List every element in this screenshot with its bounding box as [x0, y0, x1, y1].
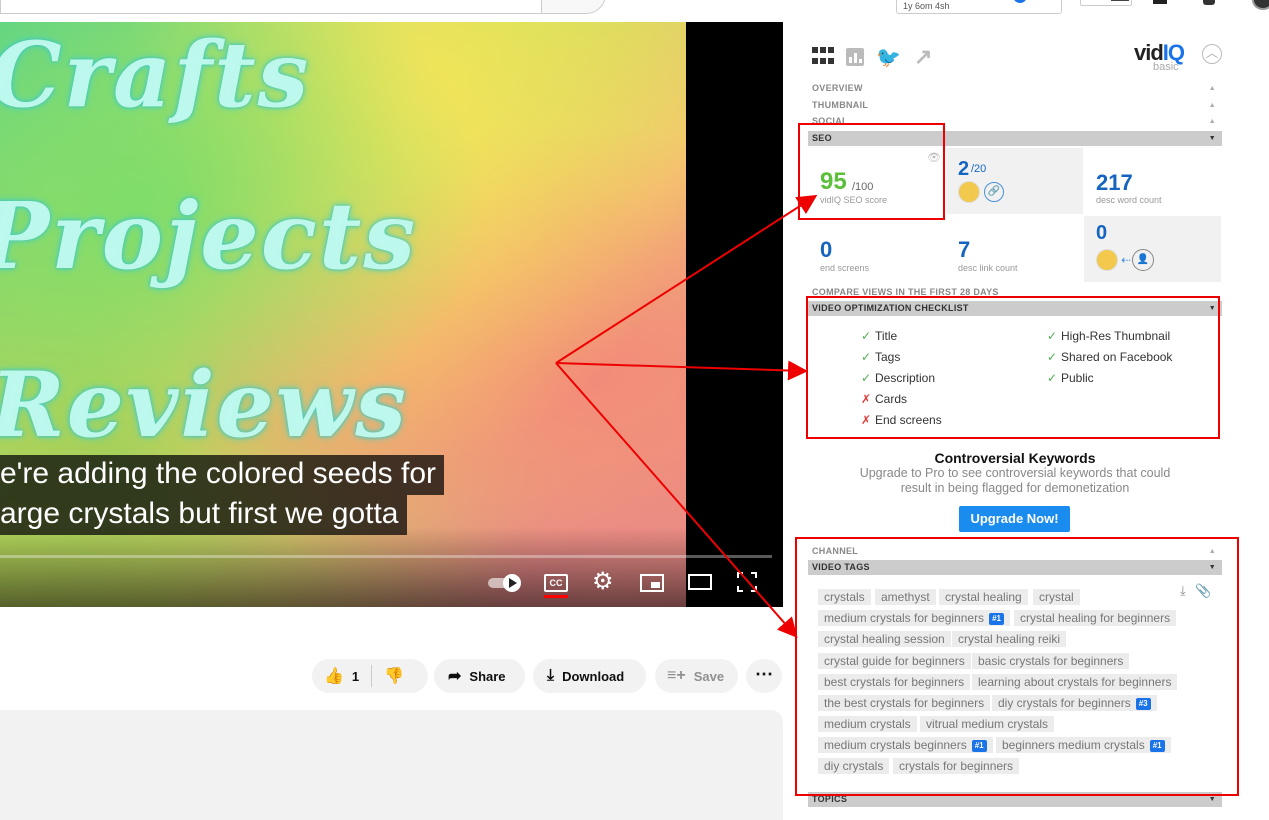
caption-line-2: arge crystals but first we gotta [0, 495, 407, 535]
grid-icon[interactable] [812, 47, 834, 67]
thumbs-up-icon: 👍 [324, 668, 344, 685]
controls-gradient [0, 527, 783, 607]
upgrade-now-button[interactable]: Upgrade Now! [959, 506, 1070, 532]
fullscreen-button[interactable] [737, 572, 757, 592]
controversial-keywords-title: Controversial Keywords [934, 450, 1096, 466]
subtitles-active-indicator [544, 595, 568, 598]
caption-line-1: e're adding the colored seeds for [0, 455, 445, 495]
share-label: Share [469, 668, 506, 684]
search-button[interactable] [541, 0, 605, 13]
download-button[interactable]: ⤓ Download [533, 659, 646, 693]
highlight-box-tags [795, 537, 1239, 796]
share-button[interactable]: ➦ Share [434, 659, 525, 693]
notifications-icon[interactable] [1203, 0, 1215, 5]
channel-links-count: 0 [1096, 222, 1108, 244]
ranked-tags-cell: 2 /20 🔗 [946, 148, 1083, 214]
channel-links-cell: 0 ⇠ 👤 [1084, 216, 1221, 282]
section-overview[interactable]: OVERVIEW ▲ [808, 81, 1222, 96]
settings-gear-icon[interactable]: ⚙ [592, 570, 614, 594]
overlay-word-reviews: Reviews [0, 352, 408, 458]
more-actions-button[interactable]: ⋯ [746, 659, 782, 693]
dislike-button[interactable]: 👎 [372, 659, 416, 693]
end-screens-cell: 0 end screens [808, 216, 945, 282]
timer-text: 1y 6om 4sh [903, 1, 950, 11]
share-arrow-icon: ➦ [448, 668, 462, 685]
trend-icon[interactable]: ↗ [914, 44, 932, 70]
like-count: 1 [351, 668, 360, 684]
channel-avatar-2 [1096, 249, 1118, 271]
autoplay-toggle[interactable] [488, 574, 522, 592]
save-button[interactable]: ≡+ Save [655, 659, 738, 693]
like-dislike-group: 👍 1 👎 [312, 659, 428, 693]
chevron-up-icon[interactable]: ︿ [1202, 44, 1222, 64]
theater-mode-button[interactable] [688, 574, 712, 590]
miniplayer-button[interactable] [640, 574, 664, 592]
timer-dot-icon [1013, 0, 1027, 3]
desc-link-count-label: desc link count [958, 263, 1018, 273]
playlist-add-icon: ≡+ [667, 667, 686, 684]
video-player[interactable]: Crafts Projects Reviews e're adding the … [0, 22, 783, 607]
account-avatar[interactable] [1252, 0, 1269, 10]
like-button[interactable]: 👍 1 [312, 659, 371, 693]
overlay-word-projects: Projects [0, 182, 418, 290]
apps-icon[interactable] [1153, 0, 1167, 4]
desc-word-count-label: desc word count [1096, 195, 1162, 205]
save-label: Save [693, 668, 725, 684]
desc-link-count-cell: 7 desc link count [946, 216, 1083, 282]
progress-bar[interactable] [0, 555, 772, 558]
search-box[interactable] [0, 0, 606, 14]
timer-widget[interactable]: 1y 6om 4sh [896, 0, 1062, 14]
vidiq-tab-icons: 🐦 ↗ [812, 44, 932, 70]
twitter-icon[interactable]: 🐦 [876, 45, 902, 70]
description-box[interactable] [0, 710, 783, 820]
ranked-tags-max: /20 [971, 163, 987, 175]
thumbs-down-icon: 👎 [384, 668, 405, 685]
controversial-keywords-text: Upgrade to Pro to see controversial keyw… [859, 466, 1171, 495]
section-thumbnail[interactable]: THUMBNAIL ▲ [808, 98, 1222, 113]
highlight-box-seo-score [798, 123, 945, 220]
highlight-box-checklist [806, 296, 1220, 439]
link-icon: 🔗 [984, 182, 1004, 202]
overlay-word-crafts: Crafts [0, 22, 311, 128]
download-label: Download [562, 668, 625, 684]
desc-word-count: 217 [1096, 170, 1133, 195]
create-button[interactable] [1080, 0, 1132, 6]
stats-icon[interactable] [846, 48, 864, 66]
desc-word-count-cell: 217 desc word count [1084, 148, 1221, 214]
arrow-left-icon: ⇠ [1121, 253, 1132, 267]
ranked-tags-count: 2 [958, 158, 970, 180]
person-icon: 👤 [1132, 249, 1154, 271]
vidiq-plan: basic [1153, 61, 1179, 73]
channel-avatar [958, 181, 980, 203]
create-icon [1111, 0, 1129, 1]
end-screens-label: end screens [820, 263, 870, 273]
download-icon: ⤓ [547, 667, 555, 684]
subtitles-button[interactable]: CC [544, 574, 568, 592]
desc-link-count: 7 [958, 237, 971, 262]
end-screens-count: 0 [820, 237, 833, 262]
